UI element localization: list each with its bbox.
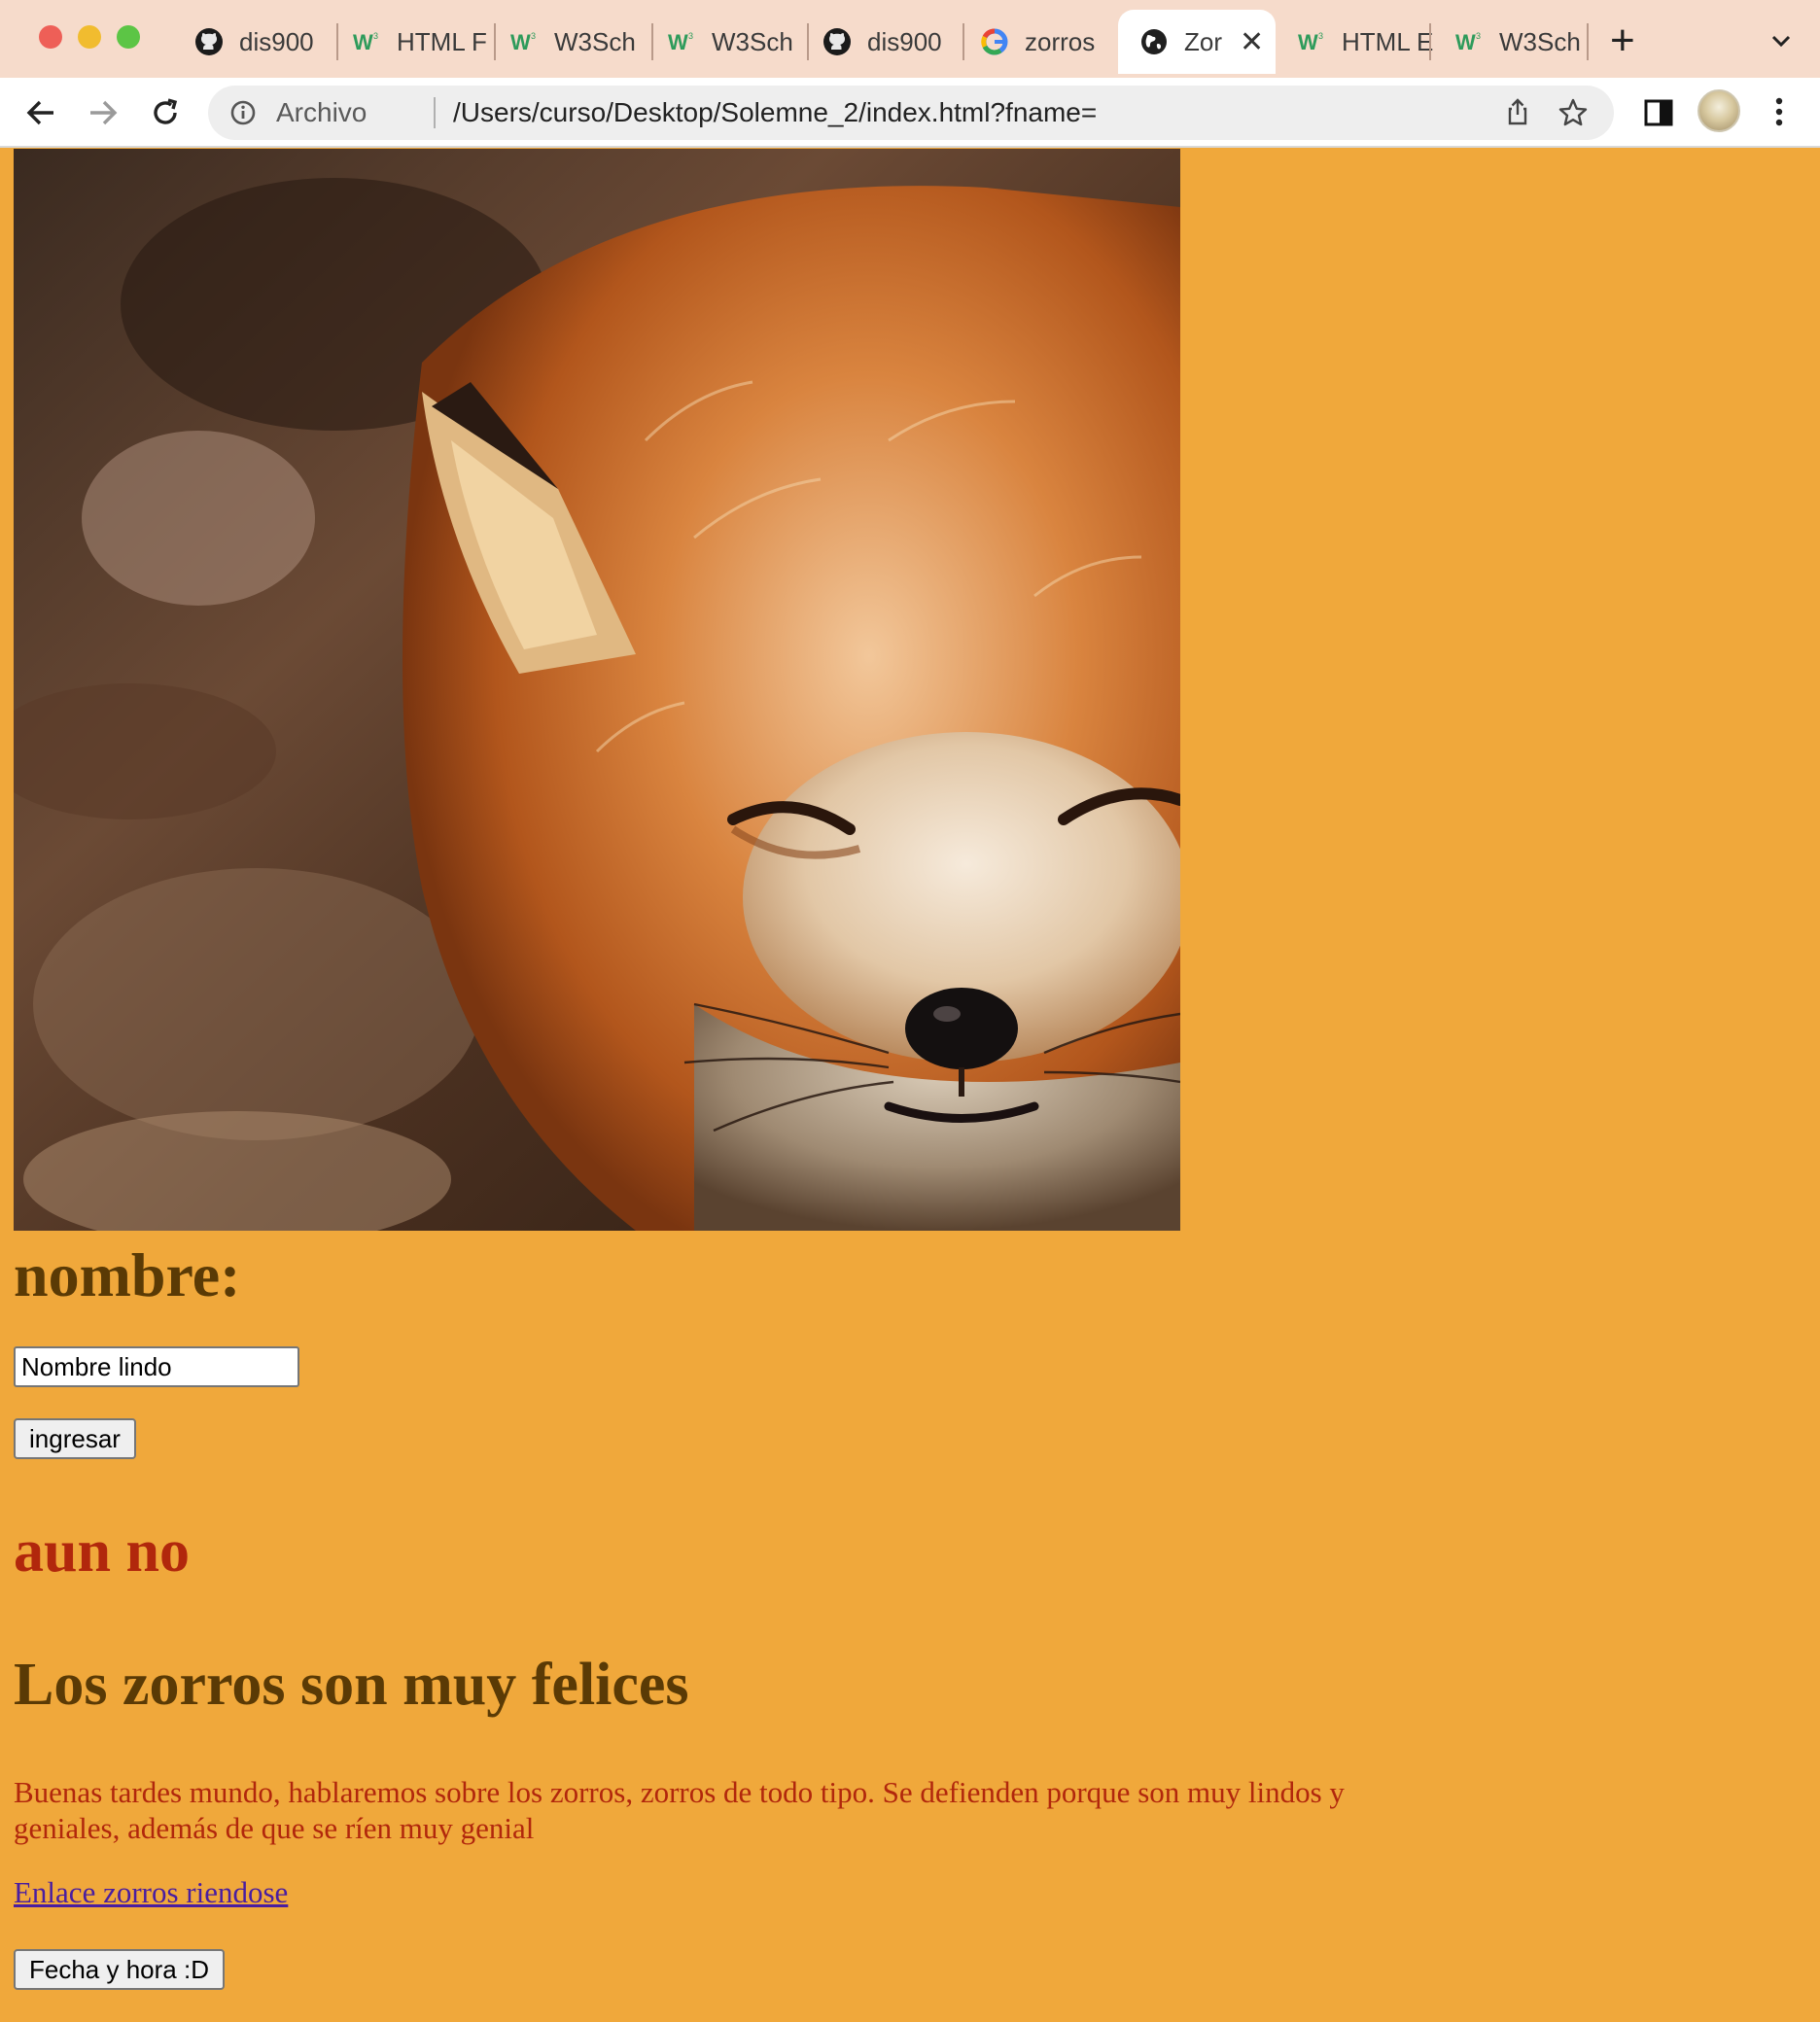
- google-icon: [980, 27, 1009, 56]
- svg-text:3: 3: [531, 31, 536, 41]
- tab-bar: dis900 W3 HTML F W3 W3Sch W3 W3Sch dis90…: [0, 0, 1820, 78]
- w3schools-icon: W3: [667, 27, 696, 56]
- browser-toolbar: Archivo /Users/curso/Desktop/Solemne_2/i…: [0, 78, 1820, 148]
- address-bar[interactable]: Archivo /Users/curso/Desktop/Solemne_2/i…: [208, 86, 1614, 140]
- side-panel-icon[interactable]: [1643, 97, 1674, 133]
- tab-separator: [1429, 23, 1431, 60]
- page-content: nombre: ingresar aun no Los zorros son m…: [0, 149, 1820, 2022]
- maximize-window-button[interactable]: [117, 25, 140, 49]
- svg-text:W: W: [1298, 30, 1318, 54]
- close-window-button[interactable]: [39, 25, 62, 49]
- name-heading: nombre:: [14, 1240, 241, 1309]
- w3schools-icon: W3: [509, 27, 539, 56]
- tab-search-chevron-down-icon[interactable]: [1768, 27, 1795, 59]
- svg-text:3: 3: [1476, 31, 1481, 41]
- tab-label: HTML F: [397, 26, 487, 56]
- address-scheme-label: Archivo: [276, 97, 368, 127]
- bookmark-star-icon[interactable]: [1558, 97, 1589, 133]
- tab-w3schools-4[interactable]: W3 HTML E: [1276, 14, 1433, 70]
- tab-label: W3Sch: [712, 26, 793, 56]
- tab-google[interactable]: zorros: [959, 14, 1118, 70]
- svg-text:W: W: [510, 30, 531, 54]
- w3schools-icon: W3: [1454, 27, 1484, 56]
- svg-text:W: W: [353, 30, 373, 54]
- close-tab-icon[interactable]: ✕: [1240, 25, 1264, 59]
- share-icon[interactable]: [1503, 97, 1532, 131]
- tab-label: W3Sch: [1499, 26, 1581, 56]
- address-divider: [434, 97, 436, 128]
- svg-text:W: W: [1455, 30, 1476, 54]
- description-paragraph: Buenas tardes mundo, hablaremos sobre lo…: [14, 1775, 1345, 1845]
- tab-separator: [1587, 23, 1589, 60]
- github-icon: [194, 27, 224, 56]
- tab-label: Zor: [1184, 26, 1222, 56]
- submit-button[interactable]: ingresar: [14, 1418, 136, 1459]
- github-icon: [822, 27, 852, 56]
- name-input[interactable]: [14, 1346, 299, 1387]
- svg-text:W: W: [668, 30, 688, 54]
- tab-label: dis900: [867, 26, 942, 56]
- address-url[interactable]: /Users/curso/Desktop/Solemne_2/index.htm…: [453, 97, 1097, 128]
- tab-w3schools-3[interactable]: W3 W3Sch: [646, 14, 803, 70]
- profile-avatar[interactable]: [1698, 89, 1740, 132]
- fox-photo: [14, 149, 1180, 1231]
- tab-github-1[interactable]: dis900: [173, 14, 336, 70]
- status-heading: aun no: [14, 1518, 190, 1585]
- info-icon[interactable]: [229, 99, 257, 131]
- tab-github-2[interactable]: dis900: [801, 14, 959, 70]
- new-tab-button[interactable]: +: [1610, 19, 1635, 62]
- svg-text:3: 3: [373, 31, 378, 41]
- svg-text:3: 3: [1318, 31, 1323, 41]
- page-title: Los zorros son muy felices: [14, 1652, 689, 1718]
- tab-w3schools-1[interactable]: W3 HTML F: [331, 14, 488, 70]
- forward-arrow-icon[interactable]: [86, 95, 121, 130]
- w3schools-icon: W3: [352, 27, 381, 56]
- globe-icon: [1139, 27, 1169, 56]
- tab-label: zorros: [1025, 26, 1096, 56]
- tab-w3schools-5[interactable]: W3 W3Sch: [1433, 14, 1589, 70]
- tab-w3schools-2[interactable]: W3 W3Sch: [488, 14, 646, 70]
- back-arrow-icon[interactable]: [23, 95, 58, 130]
- w3schools-icon: W3: [1297, 27, 1326, 56]
- tab-label: W3Sch: [554, 26, 636, 56]
- more-menu-icon[interactable]: [1771, 95, 1787, 133]
- date-time-button[interactable]: Fecha y hora :D: [14, 1949, 225, 1990]
- minimize-window-button[interactable]: [78, 25, 101, 49]
- tab-label: dis900: [239, 26, 314, 56]
- foxes-laughing-link[interactable]: Enlace zorros riendose: [14, 1875, 288, 1910]
- svg-text:3: 3: [688, 31, 693, 41]
- tab-active-zorros[interactable]: Zor ✕: [1118, 10, 1276, 74]
- tab-label: HTML E: [1342, 26, 1433, 56]
- reload-icon[interactable]: [148, 95, 183, 130]
